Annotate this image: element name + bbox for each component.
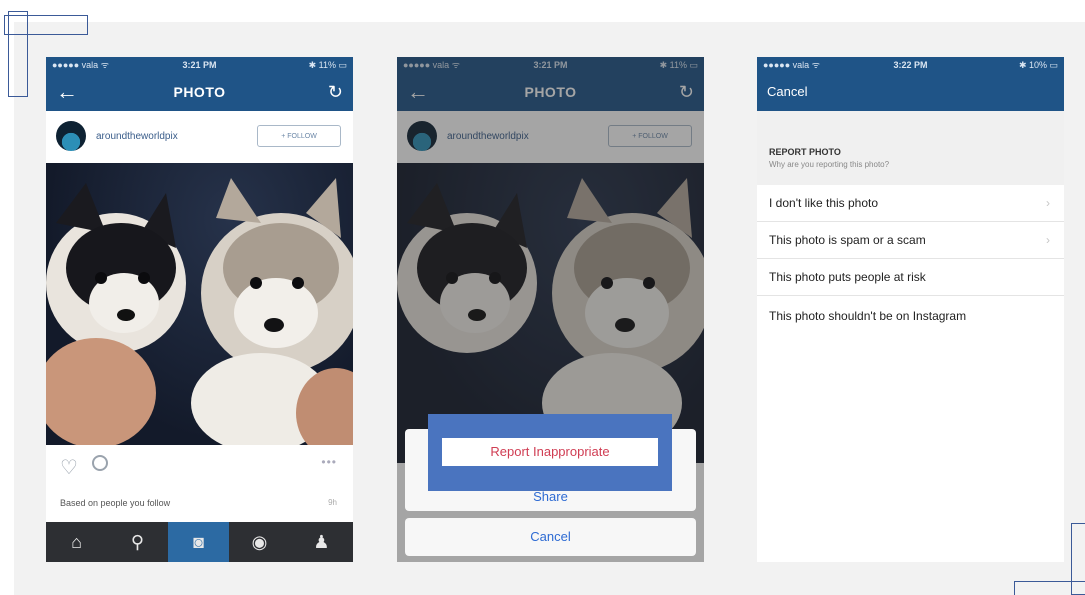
battery-label: ✱ 10% ▭	[1018, 60, 1058, 70]
decorative-frame-horizontal	[4, 15, 88, 35]
option-label: I don't like this photo	[769, 196, 879, 210]
status-bar: ●●●●● vala ᯤ 3:21 PM ✱ 11% ▭	[46, 57, 353, 73]
caption-text: Based on people you follow	[60, 498, 171, 508]
username-link[interactable]: aroundtheworldpix	[96, 111, 178, 163]
report-list: REPORT PHOTO Why are you reporting this …	[757, 111, 1064, 562]
battery-label: ✱ 11% ▭	[308, 60, 347, 70]
post-photo[interactable]	[46, 163, 353, 445]
cancel-button[interactable]: Cancel	[405, 518, 696, 556]
page-title: PHOTO	[173, 84, 226, 100]
chevron-right-icon: ›	[1046, 233, 1050, 247]
tab-bar: ⌂ ⚲ ◙ ◉ ♟	[46, 522, 353, 562]
option-label: This photo shouldn't be on Instagram	[769, 309, 967, 323]
more-icon[interactable]: •••	[321, 455, 337, 469]
chevron-right-icon: ›	[1046, 196, 1050, 210]
comment-icon[interactable]	[92, 455, 108, 471]
phone-screen-photo: ●●●●● vala ᯤ 3:21 PM ✱ 11% ▭ ← PHOTO ↻ a…	[46, 57, 353, 562]
report-option-risk[interactable]: This photo puts people at risk	[757, 259, 1064, 296]
clock-label: 3:22 PM	[893, 60, 928, 70]
report-option-spam[interactable]: This photo is spam or a scam ›	[757, 222, 1064, 259]
status-bar: ●●●●● vala ᯤ 3:22 PM ✱ 10% ▭	[757, 57, 1064, 73]
option-label: This photo is spam or a scam	[769, 233, 926, 247]
home-icon[interactable]: ⌂	[46, 522, 107, 562]
heart-icon[interactable]: ♡	[60, 455, 78, 480]
news-icon[interactable]: ◉	[229, 522, 290, 562]
phone-screen-report: ●●●●● vala ᯤ 3:22 PM ✱ 10% ▭ Cancel REPO…	[757, 57, 1064, 562]
follow-button[interactable]: + FOLLOW	[257, 125, 341, 147]
camera-icon[interactable]: ◙	[168, 522, 229, 562]
report-option-dislike[interactable]: I don't like this photo ›	[757, 185, 1064, 222]
report-subheading: Why are you reporting this photo?	[769, 160, 890, 169]
report-option-not-instagram[interactable]: This photo shouldn't be on Instagram	[757, 296, 1064, 352]
post-header: aroundtheworldpix + FOLLOW	[46, 111, 353, 163]
clock-label: 3:21 PM	[182, 60, 217, 70]
report-header: REPORT PHOTO Why are you reporting this …	[757, 111, 1064, 185]
report-highlight-box: Report Inappropriate	[428, 414, 672, 491]
search-icon[interactable]: ⚲	[107, 522, 168, 562]
caption-time: 9h	[328, 498, 337, 507]
decorative-frame-corner-horizontal	[1014, 581, 1085, 595]
nav-bar: ← PHOTO ↻	[46, 73, 353, 111]
nav-bar: Cancel	[757, 73, 1064, 111]
profile-icon[interactable]: ♟	[290, 522, 353, 562]
post-actions: ♡ •••	[46, 445, 353, 485]
refresh-icon[interactable]: ↻	[328, 73, 343, 111]
puppies-photo-illustration	[46, 178, 353, 445]
option-label: This photo puts people at risk	[769, 270, 926, 284]
cancel-link[interactable]: Cancel	[767, 73, 807, 111]
avatar[interactable]	[56, 121, 86, 151]
report-inappropriate-button[interactable]: Report Inappropriate	[442, 438, 658, 466]
report-heading: REPORT PHOTO	[769, 147, 841, 157]
